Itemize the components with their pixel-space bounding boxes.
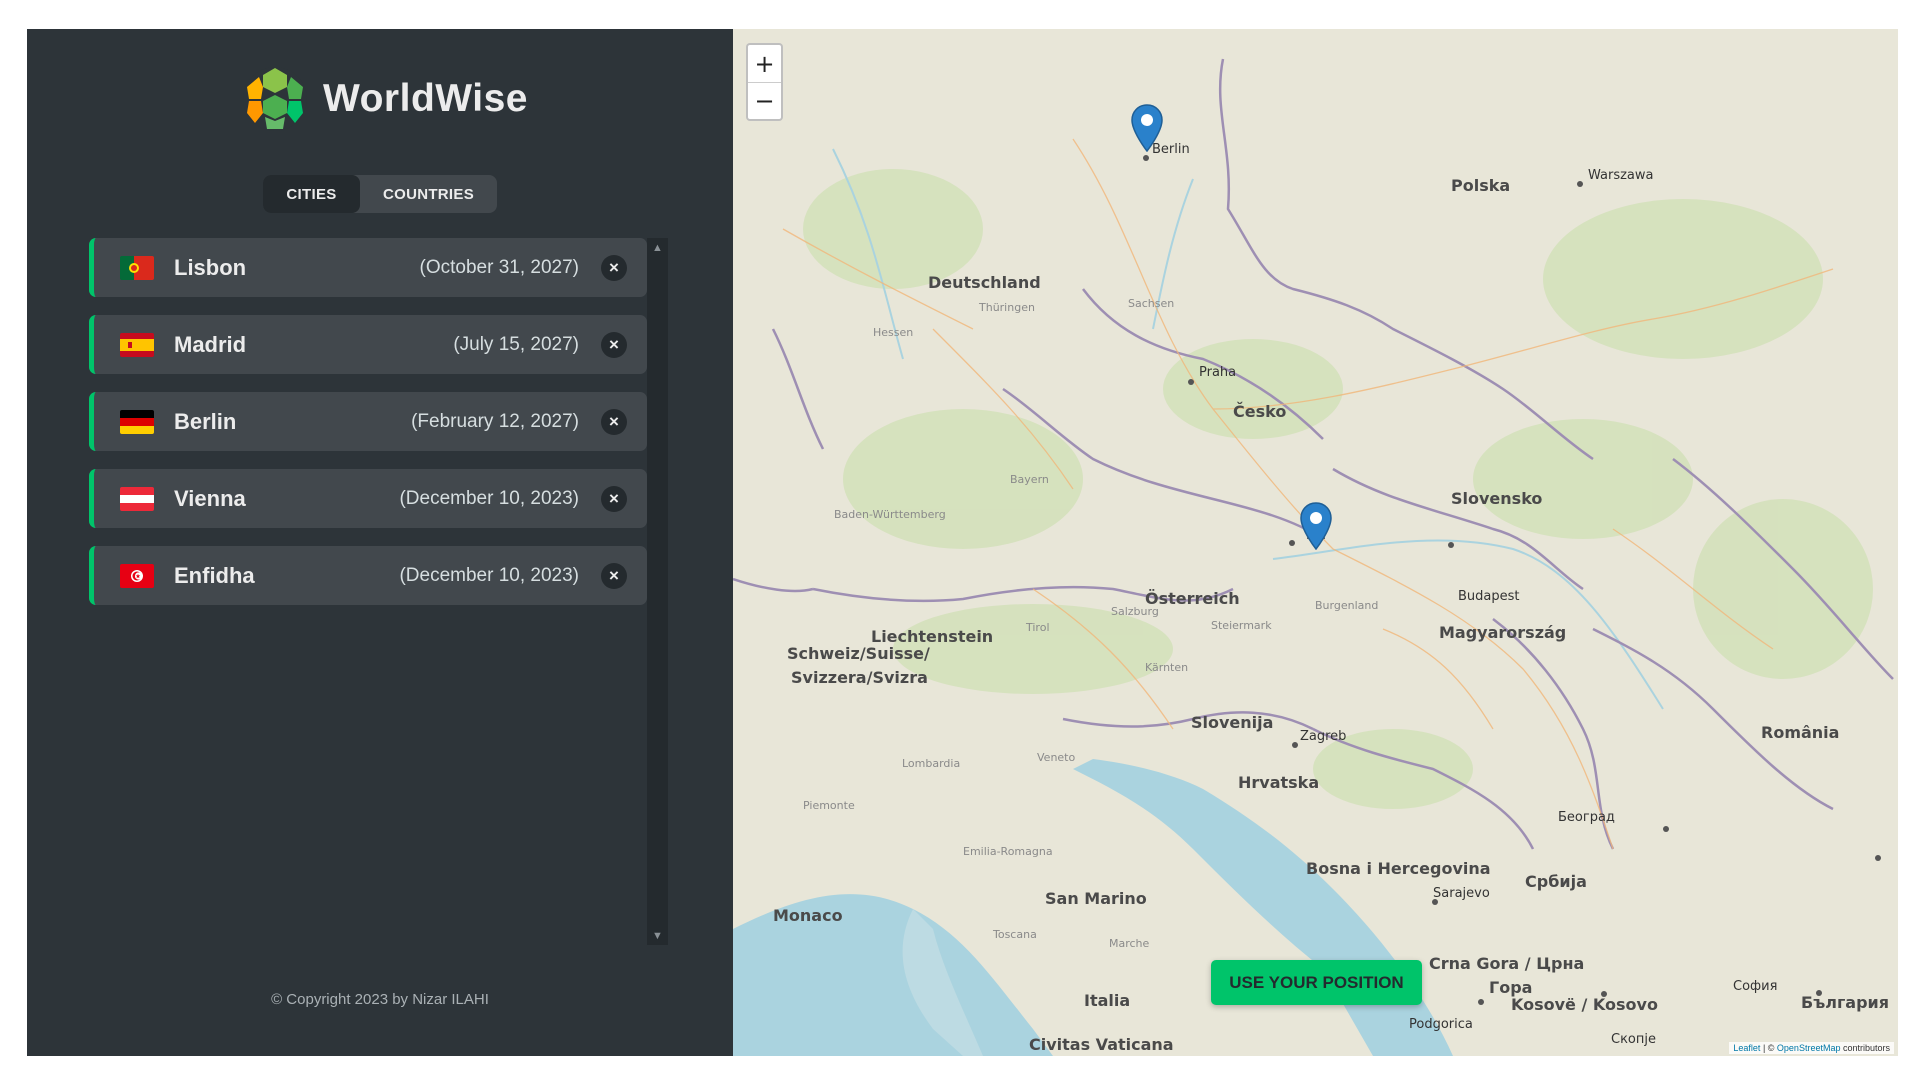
map-label-vaticana: Civitas Vaticana <box>1029 1035 1174 1054</box>
city-name: Lisbon <box>174 254 247 280</box>
map-label-budapest: Budapest <box>1458 589 1520 604</box>
map-label-hessen: Hessen <box>873 326 914 339</box>
map-label-deutschland: Deutschland <box>928 273 1041 292</box>
map-label-beograd: Београд <box>1558 810 1615 825</box>
map-label-marche: Marche <box>1109 937 1150 950</box>
use-your-position-button[interactable]: USE YOUR POSITION <box>1211 960 1422 1005</box>
map-label-thuringen: Thüringen <box>979 301 1035 314</box>
map-label-crna-gora: Crna Gora / Црна <box>1429 954 1585 973</box>
map-label-salzburg: Salzburg <box>1111 605 1159 618</box>
delete-city-button[interactable]: × <box>601 562 627 589</box>
map-label-italia: Italia <box>1084 991 1131 1010</box>
map-label-cesko: Česko <box>1233 402 1287 421</box>
city-name: Berlin <box>174 408 237 434</box>
tab-cities[interactable]: Cities <box>263 175 360 213</box>
tab-bar: Cities Countries <box>263 175 497 213</box>
city-date: (February 12, 2027) <box>411 410 579 432</box>
map-label-hrvatska: Hrvatska <box>1238 773 1320 792</box>
delete-city-button[interactable]: × <box>601 485 627 512</box>
openstreetmap-link[interactable]: OpenStreetMap <box>1777 1043 1841 1053</box>
map-marker-berlin-icon[interactable] <box>1131 104 1163 152</box>
city-item-vienna[interactable]: Vienna (December 10, 2023) × <box>89 469 647 528</box>
map-label-warszawa: Warszawa <box>1588 168 1654 183</box>
map-label-karnten: Kärnten <box>1145 661 1189 674</box>
map-label-sarajevo: Sarajevo <box>1433 886 1490 901</box>
city-item-madrid[interactable]: Madrid (July 15, 2027) × <box>89 315 647 374</box>
map-label-schweiz: Schweiz/Suisse/ <box>787 644 930 663</box>
map-label-slovenija: Slovenija <box>1191 713 1274 732</box>
attribution-separator: | © <box>1760 1043 1777 1053</box>
city-date: (December 10, 2023) <box>399 564 579 586</box>
city-item-enfidha[interactable]: Enfidha (December 10, 2023) × <box>89 546 647 605</box>
zoom-out-button[interactable]: − <box>748 82 781 119</box>
zoom-in-button[interactable]: + <box>748 45 781 82</box>
map-label-baden: Baden-Württemberg <box>834 508 946 521</box>
map-label-tirol: Tirol <box>1026 621 1050 634</box>
tab-countries[interactable]: Countries <box>360 175 497 213</box>
map-label-osterreich: Österreich <box>1145 589 1240 608</box>
zoom-control: + − <box>746 43 783 121</box>
map-marker-vienna-icon[interactable] <box>1300 502 1332 550</box>
city-list-container: Lisbon (October 31, 2027) × Madrid (July… <box>89 238 668 945</box>
sidebar: WorldWise Cities Countries Lisbon (Octob… <box>27 29 733 1056</box>
map-label-skopje: Скопје <box>1611 1032 1656 1047</box>
city-name: Vienna <box>174 485 246 511</box>
map-label-slovensko: Slovensko <box>1451 489 1543 508</box>
map-label-kosovo: Kosovë / Kosovo <box>1511 995 1658 1014</box>
city-name: Enfidha <box>174 562 255 588</box>
map-label-srbija: Србија <box>1525 872 1587 891</box>
map-label-veneto: Veneto <box>1037 751 1076 764</box>
map-label-zagreb: Zagreb <box>1300 729 1347 744</box>
map-label-piemonte: Piemonte <box>803 799 855 812</box>
portugal-flag-icon <box>120 255 154 280</box>
map-label-romania: România <box>1761 723 1840 742</box>
map-label-bosna: Bosna i Hercegovina <box>1306 859 1491 878</box>
map-label-magyarorszag: Magyarország <box>1439 623 1567 642</box>
map-label-praha: Praha <box>1199 365 1237 380</box>
copyright: © Copyright 2023 by Nizar ILAHI <box>271 991 489 1008</box>
scroll-up-arrow-icon[interactable]: ▲ <box>647 238 668 257</box>
app-root: WorldWise Cities Countries Lisbon (Octob… <box>27 29 1898 1056</box>
spain-flag-icon <box>120 332 154 357</box>
map-label-toscana: Toscana <box>993 928 1037 941</box>
city-date: (July 15, 2027) <box>453 333 579 355</box>
map-label-bayern: Bayern <box>1010 473 1049 486</box>
city-item-berlin[interactable]: Berlin (February 12, 2027) × <box>89 392 647 451</box>
city-date: (October 31, 2027) <box>419 256 579 278</box>
delete-city-button[interactable]: × <box>601 254 627 281</box>
leaflet-link[interactable]: Leaflet <box>1733 1043 1760 1053</box>
map-label-emilia: Emilia-Romagna <box>963 845 1053 858</box>
austria-flag-icon <box>120 486 154 511</box>
tunisia-flag-icon <box>120 563 154 588</box>
logo[interactable]: WorldWise <box>241 65 528 133</box>
delete-city-button[interactable]: × <box>601 408 627 435</box>
map-label-bulgaria: България <box>1801 993 1890 1012</box>
map-label-san-marino: San Marino <box>1045 889 1147 908</box>
map-label-monaco: Monaco <box>773 906 843 925</box>
map-label-steiermark: Steiermark <box>1211 619 1272 632</box>
map-label-sofia: София <box>1733 979 1778 994</box>
city-list: Lisbon (October 31, 2027) × Madrid (July… <box>89 238 647 605</box>
map-label-svizzera: Svizzera/Svizra <box>791 668 928 687</box>
delete-city-button[interactable]: × <box>601 331 627 358</box>
map-label-burgenland: Burgenland <box>1315 599 1379 612</box>
logo-icon <box>243 67 307 131</box>
map-label-polska: Polska <box>1451 176 1511 195</box>
attribution-suffix: contributors <box>1840 1043 1890 1053</box>
city-date: (December 10, 2023) <box>399 487 579 509</box>
map-attribution: Leaflet | © OpenStreetMap contributors <box>1729 1042 1894 1054</box>
map-label-podgorica: Podgorica <box>1409 1017 1473 1032</box>
map-label-lombardia: Lombardia <box>902 757 961 770</box>
map-label-sachsen: Sachsen <box>1128 297 1175 310</box>
scrollbar[interactable]: ▲ ▼ <box>647 238 668 945</box>
city-item-lisbon[interactable]: Lisbon (October 31, 2027) × <box>89 238 647 297</box>
map[interactable]: Deutschland Polska Česko Slovensko Öster… <box>733 29 1898 1056</box>
scroll-down-arrow-icon[interactable]: ▼ <box>647 926 668 945</box>
city-name: Madrid <box>174 331 247 357</box>
germany-flag-icon <box>120 409 154 434</box>
app-name: WorldWise <box>323 77 528 120</box>
